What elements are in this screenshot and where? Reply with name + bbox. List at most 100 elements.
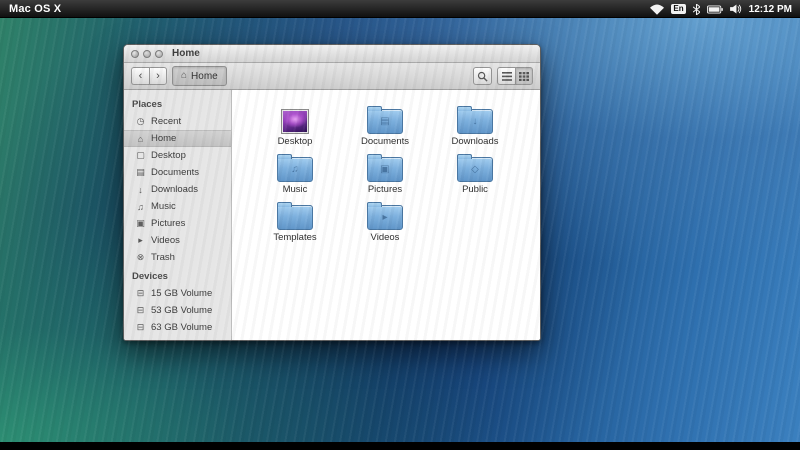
window-toolbar: ‹ › ⌂ Home [124,63,540,90]
folder-icon: ◇ [457,157,493,182]
window-title: Home [172,48,200,59]
file-item-templates[interactable]: Templates [250,200,340,248]
clock-icon: ◷ [135,116,146,127]
folder-emblem [278,206,312,229]
picture-icon: ▣ [135,218,146,229]
menu-bar: Mac OS X En 12:12 PM [0,0,800,18]
file-label: Videos [371,233,400,243]
sidebar-item-documents[interactable]: ▤ Documents [124,164,231,181]
sidebar-item-pictures[interactable]: ▣ Pictures [124,215,231,232]
volume-icon[interactable] [730,4,742,14]
forward-button[interactable]: › [149,67,167,85]
sidebar-item-label: Home [151,133,176,144]
window-title-bar[interactable]: Home [124,45,540,63]
file-item-music[interactable]: ♫ Music [250,152,340,200]
sidebar-item-label: 63 GB Volume [151,322,212,333]
file-item-pictures[interactable]: ▣ Pictures [340,152,430,200]
drive-icon: ⊟ [135,288,146,299]
sidebar-item-home[interactable]: ⌂ Home [124,130,231,147]
sidebar-item-label: Downloads [151,184,198,195]
sidebar-item-videos[interactable]: ▸ Videos [124,232,231,249]
sidebar-item-label: Documents [151,167,199,178]
minimize-button[interactable] [143,50,151,58]
sidebar-item-downloads[interactable]: ↓ Downloads [124,181,231,198]
search-icon [477,71,488,82]
search-button[interactable] [473,67,492,85]
sidebar-item-trash[interactable]: ⊗ Trash [124,249,231,266]
public-emblem-icon: ◇ [458,158,492,181]
grid-view-button[interactable] [515,67,533,85]
download-emblem-icon: ↓ [458,110,492,133]
drive-icon: ⊟ [135,305,146,316]
home-icon: ⌂ [135,134,146,144]
battery-icon[interactable] [707,5,723,14]
sidebar-item-volume-15gb[interactable]: ⊟ 15 GB Volume [124,285,231,302]
file-label: Desktop [278,137,313,147]
sidebar-item-label: 53 GB Volume [151,305,212,316]
file-item-downloads[interactable]: ↓ Downloads [430,104,520,152]
menu-bar-clock[interactable]: 12:12 PM [749,4,792,15]
folder-icon: ▤ [367,109,403,134]
music-emblem-icon: ♫ [278,158,312,181]
image-thumbnail-icon [281,109,309,134]
sidebar-item-label: 15 GB Volume [151,288,212,299]
apple-menu-title[interactable]: Mac OS X [9,3,61,15]
sidebar-item-volume-63gb[interactable]: ⊟ 63 GB Volume [124,319,231,336]
view-toggle-group [497,67,533,85]
file-label: Templates [273,233,316,243]
folder-icon: ▸ [367,205,403,230]
file-item-desktop[interactable]: Desktop [250,104,340,152]
list-view-icon [502,72,512,81]
desktop-icon: ▢ [135,150,146,161]
sidebar-item-volume-53gb[interactable]: ⊟ 53 GB Volume [124,302,231,319]
picture-emblem-icon: ▣ [368,158,402,181]
sidebar-item-desktop[interactable]: ▢ Desktop [124,147,231,164]
desktop-wallpaper: Home ‹ › ⌂ Home [0,18,800,442]
sidebar-item-recent[interactable]: ◷ Recent [124,113,231,130]
breadcrumb-label: Home [191,71,218,82]
drive-icon: ⊟ [135,322,146,333]
sidebar-section-devices: Devices [124,266,231,285]
folder-icon [277,205,313,230]
sidebar: Places ◷ Recent ⌂ Home ▢ Desktop ▤ Docum… [124,90,232,340]
back-button[interactable]: ‹ [131,67,149,85]
download-icon: ↓ [135,185,146,195]
sidebar-item-label: Trash [151,252,175,263]
file-label: Public [462,185,488,195]
nav-buttons: ‹ › [131,67,167,85]
file-label: Documents [361,137,409,147]
folder-icon: ▣ [367,157,403,182]
window-body: Places ◷ Recent ⌂ Home ▢ Desktop ▤ Docum… [124,90,540,340]
sidebar-item-label: Desktop [151,150,186,161]
status-icons-cluster: En 12:12 PM [650,0,792,18]
music-note-icon: ♫ [135,202,146,212]
trash-icon: ⊗ [135,252,146,263]
document-icon: ▤ [135,167,146,178]
breadcrumb-home-button[interactable]: ⌂ Home [172,66,227,86]
sidebar-section-places: Places [124,94,231,113]
file-manager-window: Home ‹ › ⌂ Home [123,44,541,341]
wifi-icon[interactable] [650,4,664,15]
sidebar-item-label: Pictures [151,218,185,229]
file-item-documents[interactable]: ▤ Documents [340,104,430,152]
sidebar-item-label: Recent [151,116,181,127]
file-label: Downloads [452,137,499,147]
sidebar-item-label: Music [151,201,176,212]
grid-view-icon [519,72,529,81]
home-icon: ⌂ [181,71,187,81]
file-item-public[interactable]: ◇ Public [430,152,520,200]
sidebar-item-label: Videos [151,235,180,246]
file-item-videos[interactable]: ▸ Videos [340,200,430,248]
folder-icon: ↓ [457,109,493,134]
file-grid: Desktop ▤ Documents ↓ Downloads ♫ Music [232,90,540,340]
sidebar-item-music[interactable]: ♫ Music [124,198,231,215]
keyboard-layout-badge[interactable]: En [671,4,685,14]
close-button[interactable] [131,50,139,58]
maximize-button[interactable] [155,50,163,58]
document-emblem-icon: ▤ [368,110,402,133]
bluetooth-icon[interactable] [693,4,700,15]
list-view-button[interactable] [497,67,515,85]
file-label: Music [283,185,308,195]
file-label: Pictures [368,185,402,195]
video-emblem-icon: ▸ [368,206,402,229]
